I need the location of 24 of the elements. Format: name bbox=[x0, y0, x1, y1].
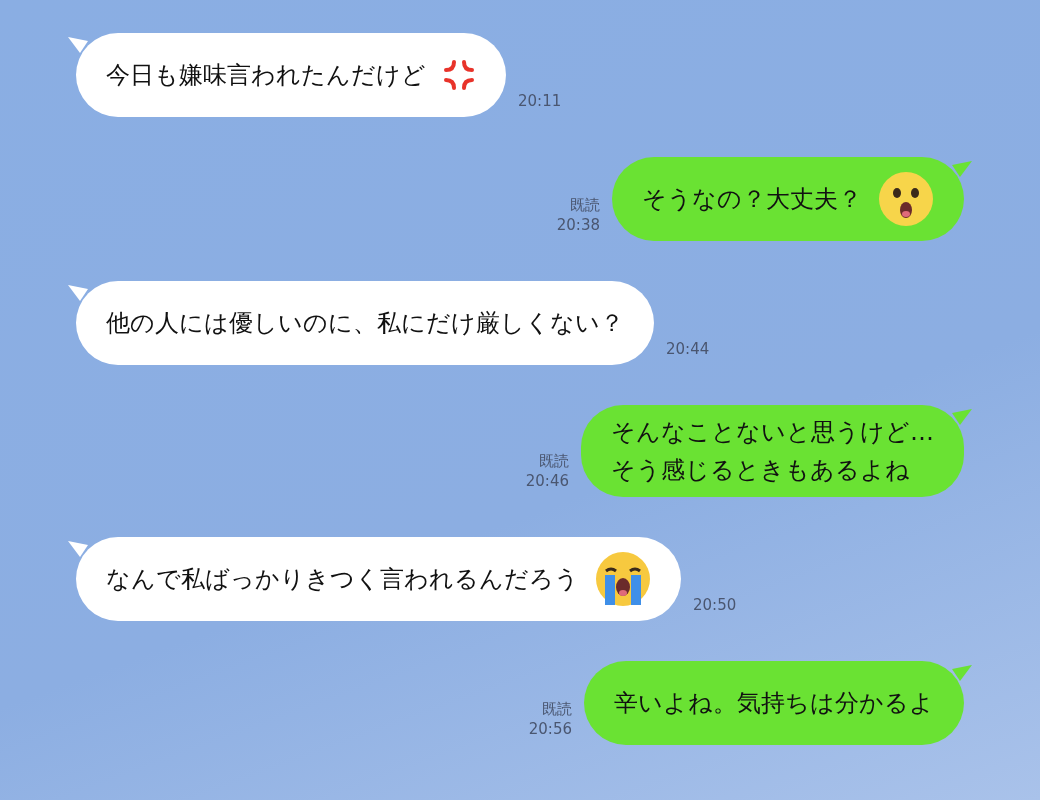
message-text: 辛いよね。気持ちは分かるよ bbox=[614, 688, 934, 719]
surprised-face-icon bbox=[878, 171, 934, 227]
read-label: 既読 bbox=[539, 451, 569, 471]
crying-face-icon bbox=[595, 551, 651, 607]
bubble-tail bbox=[952, 665, 972, 681]
bubble-tail bbox=[952, 161, 972, 177]
message-time: 20:46 bbox=[525, 471, 569, 491]
message-time: 20:50 bbox=[693, 595, 737, 615]
bubble-tail bbox=[952, 409, 972, 425]
anger-icon bbox=[442, 58, 476, 92]
message-text: そんなことないと思うけど… そう感じるときもあるよね bbox=[611, 417, 934, 486]
message-text: 今日も嫌味言われたんだけど bbox=[106, 60, 426, 91]
read-label: 既読 bbox=[570, 195, 600, 215]
bubble-tail bbox=[68, 541, 88, 557]
message-text: そうなの？大丈夫？ bbox=[642, 184, 862, 215]
message-time: 20:38 bbox=[556, 215, 600, 235]
bubble-tail bbox=[68, 285, 88, 301]
read-label: 既読 bbox=[542, 699, 572, 719]
message-text: 他の人には優しいのに、私にだけ厳しくない？ bbox=[106, 308, 624, 339]
message-time: 20:11 bbox=[518, 91, 562, 111]
message-time: 20:44 bbox=[666, 339, 710, 359]
message-time: 20:56 bbox=[528, 719, 572, 739]
message-text: なんで私ばっかりきつく言われるんだろう bbox=[106, 564, 579, 595]
bubble-tail bbox=[68, 37, 88, 53]
